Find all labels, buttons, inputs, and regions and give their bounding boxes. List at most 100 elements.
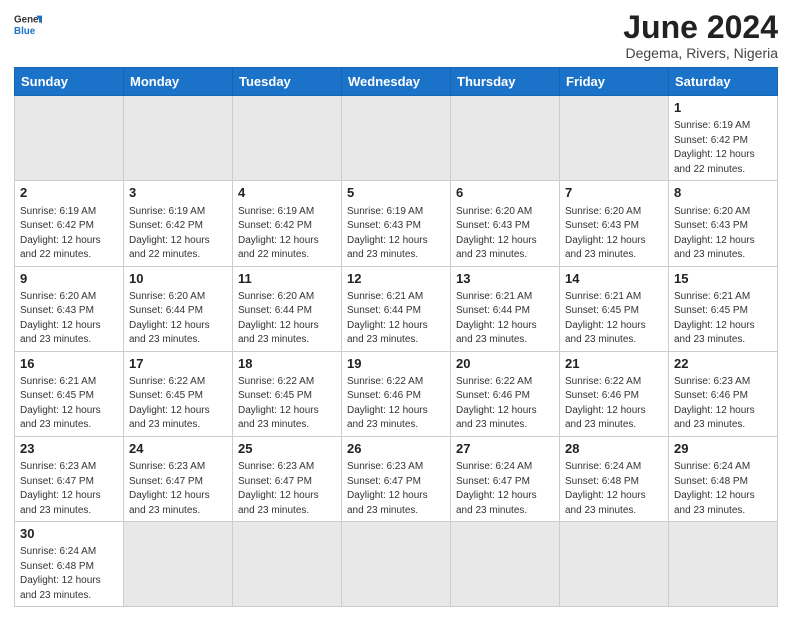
calendar-table: Sunday Monday Tuesday Wednesday Thursday…: [14, 67, 778, 607]
table-row: [233, 522, 342, 607]
day-number: 3: [129, 184, 227, 202]
day-info: Sunrise: 6:19 AMSunset: 6:42 PMDaylight:…: [238, 205, 336, 263]
table-row: [669, 522, 778, 607]
day-info: Sunrise: 6:21 AMSunset: 6:45 PMDaylight:…: [674, 290, 772, 348]
day-info: Sunrise: 6:20 AMSunset: 6:43 PMDaylight:…: [674, 205, 772, 263]
day-info: Sunrise: 6:22 AMSunset: 6:46 PMDaylight:…: [456, 375, 554, 433]
day-info: Sunrise: 6:21 AMSunset: 6:45 PMDaylight:…: [565, 290, 663, 348]
day-info: Sunrise: 6:24 AMSunset: 6:48 PMDaylight:…: [674, 460, 772, 518]
day-info: Sunrise: 6:20 AMSunset: 6:43 PMDaylight:…: [20, 290, 118, 348]
day-info: Sunrise: 6:20 AMSunset: 6:43 PMDaylight:…: [456, 205, 554, 263]
day-number: 13: [456, 270, 554, 288]
day-number: 16: [20, 355, 118, 373]
table-row: 28 Sunrise: 6:24 AMSunset: 6:48 PMDayligh…: [560, 436, 669, 521]
table-row: 15Sunrise: 6:21 AMSunset: 6:45 PMDayligh…: [669, 266, 778, 351]
table-row: 14Sunrise: 6:21 AMSunset: 6:45 PMDayligh…: [560, 266, 669, 351]
table-row: 23Sunrise: 6:23 AMSunset: 6:47 PMDayligh…: [15, 436, 124, 521]
day-info: Sunrise: 6:21 AMSunset: 6:44 PMDaylight:…: [456, 290, 554, 348]
day-number: 7: [565, 184, 663, 202]
calendar-week-row: 16 Sunrise: 6:21 AMSunset: 6:45 PMDayligh…: [15, 351, 778, 436]
day-number: 2: [20, 184, 118, 202]
table-row: 7 Sunrise: 6:20 AMSunset: 6:43 PMDaylight…: [560, 181, 669, 266]
day-info: Sunrise: 6:24 AMSunset: 6:48 PMDaylight:…: [565, 460, 663, 518]
day-info: Sunrise: 6:24 AMSunset: 6:47 PMDaylight:…: [456, 460, 554, 518]
day-info: Sunrise: 6:19 AMSunset: 6:43 PMDaylight:…: [347, 205, 445, 263]
table-row: [451, 522, 560, 607]
day-number: 21: [565, 355, 663, 373]
day-number: 12: [347, 270, 445, 288]
day-number: 17: [129, 355, 227, 373]
day-number: 28: [565, 440, 663, 458]
calendar-week-row: 30 Sunrise: 6:24 AMSunset: 6:48 PMDayligh…: [15, 522, 778, 607]
calendar-week-row: 2 Sunrise: 6:19 AMSunset: 6:42 PMDaylight…: [15, 181, 778, 266]
table-row: [560, 522, 669, 607]
calendar-week-row: 9 Sunrise: 6:20 AMSunset: 6:43 PMDaylight…: [15, 266, 778, 351]
table-row: 11 Sunrise: 6:20 AMSunset: 6:44 PMDayligh…: [233, 266, 342, 351]
day-info: Sunrise: 6:19 AMSunset: 6:42 PMDaylight:…: [129, 205, 227, 263]
day-number: 9: [20, 270, 118, 288]
day-info: Sunrise: 6:20 AMSunset: 6:44 PMDaylight:…: [238, 290, 336, 348]
table-row: 2 Sunrise: 6:19 AMSunset: 6:42 PMDaylight…: [15, 181, 124, 266]
table-row: 10 Sunrise: 6:20 AMSunset: 6:44 PMDayligh…: [124, 266, 233, 351]
calendar-week-row: 23Sunrise: 6:23 AMSunset: 6:47 PMDayligh…: [15, 436, 778, 521]
day-number: 27: [456, 440, 554, 458]
table-row: 3 Sunrise: 6:19 AMSunset: 6:42 PMDaylight…: [124, 181, 233, 266]
day-number: 11: [238, 270, 336, 288]
day-info: Sunrise: 6:21 AMSunset: 6:45 PMDaylight:…: [20, 375, 118, 433]
header-friday: Friday: [560, 68, 669, 96]
day-number: 22: [674, 355, 772, 373]
day-number: 30: [20, 525, 118, 543]
table-row: 8Sunrise: 6:20 AMSunset: 6:43 PMDaylight…: [669, 181, 778, 266]
header-saturday: Saturday: [669, 68, 778, 96]
table-row: 25 Sunrise: 6:23 AMSunset: 6:47 PMDayligh…: [233, 436, 342, 521]
header-wednesday: Wednesday: [342, 68, 451, 96]
table-row: 30 Sunrise: 6:24 AMSunset: 6:48 PMDayligh…: [15, 522, 124, 607]
header-tuesday: Tuesday: [233, 68, 342, 96]
title-block: June 2024 Degema, Rivers, Nigeria: [623, 10, 778, 61]
day-number: 25: [238, 440, 336, 458]
logo-icon: General Blue: [14, 10, 42, 38]
table-row: [124, 522, 233, 607]
table-row: 20Sunrise: 6:22 AMSunset: 6:46 PMDayligh…: [451, 351, 560, 436]
table-row: [15, 96, 124, 181]
calendar-location: Degema, Rivers, Nigeria: [623, 45, 778, 61]
calendar-week-row: 1 Sunrise: 6:19 AMSunset: 6:42 PMDaylight…: [15, 96, 778, 181]
calendar-title: June 2024: [623, 10, 778, 45]
day-info: Sunrise: 6:23 AMSunset: 6:47 PMDaylight:…: [238, 460, 336, 518]
day-info: Sunrise: 6:24 AMSunset: 6:48 PMDaylight:…: [20, 545, 118, 603]
day-info: Sunrise: 6:23 AMSunset: 6:47 PMDaylight:…: [129, 460, 227, 518]
day-info: Sunrise: 6:19 AMSunset: 6:42 PMDaylight:…: [20, 205, 118, 263]
day-info: Sunrise: 6:23 AMSunset: 6:46 PMDaylight:…: [674, 375, 772, 433]
table-row: 19Sunrise: 6:22 AMSunset: 6:46 PMDayligh…: [342, 351, 451, 436]
table-row: [560, 96, 669, 181]
table-row: 1 Sunrise: 6:19 AMSunset: 6:42 PMDaylight…: [669, 96, 778, 181]
table-row: 18 Sunrise: 6:22 AMSunset: 6:45 PMDayligh…: [233, 351, 342, 436]
table-row: [451, 96, 560, 181]
calendar-page: General Blue June 2024 Degema, Rivers, N…: [0, 0, 792, 617]
day-info: Sunrise: 6:22 AMSunset: 6:45 PMDaylight:…: [238, 375, 336, 433]
day-number: 5: [347, 184, 445, 202]
table-row: 16 Sunrise: 6:21 AMSunset: 6:45 PMDayligh…: [15, 351, 124, 436]
day-number: 19: [347, 355, 445, 373]
day-number: 26: [347, 440, 445, 458]
day-number: 18: [238, 355, 336, 373]
day-number: 24: [129, 440, 227, 458]
day-info: Sunrise: 6:19 AMSunset: 6:42 PMDaylight:…: [674, 119, 772, 177]
table-row: [233, 96, 342, 181]
table-row: 12 Sunrise: 6:21 AMSunset: 6:44 PMDayligh…: [342, 266, 451, 351]
day-number: 10: [129, 270, 227, 288]
day-info: Sunrise: 6:22 AMSunset: 6:45 PMDaylight:…: [129, 375, 227, 433]
table-row: 29Sunrise: 6:24 AMSunset: 6:48 PMDayligh…: [669, 436, 778, 521]
table-row: [342, 96, 451, 181]
header-monday: Monday: [124, 68, 233, 96]
table-row: 24 Sunrise: 6:23 AMSunset: 6:47 PMDayligh…: [124, 436, 233, 521]
table-row: 9 Sunrise: 6:20 AMSunset: 6:43 PMDaylight…: [15, 266, 124, 351]
day-number: 6: [456, 184, 554, 202]
svg-text:Blue: Blue: [14, 26, 36, 37]
day-info: Sunrise: 6:20 AMSunset: 6:44 PMDaylight:…: [129, 290, 227, 348]
table-row: 26Sunrise: 6:23 AMSunset: 6:47 PMDayligh…: [342, 436, 451, 521]
day-number: 1: [674, 99, 772, 117]
day-info: Sunrise: 6:20 AMSunset: 6:43 PMDaylight:…: [565, 205, 663, 263]
day-info: Sunrise: 6:23 AMSunset: 6:47 PMDaylight:…: [20, 460, 118, 518]
day-info: Sunrise: 6:21 AMSunset: 6:44 PMDaylight:…: [347, 290, 445, 348]
